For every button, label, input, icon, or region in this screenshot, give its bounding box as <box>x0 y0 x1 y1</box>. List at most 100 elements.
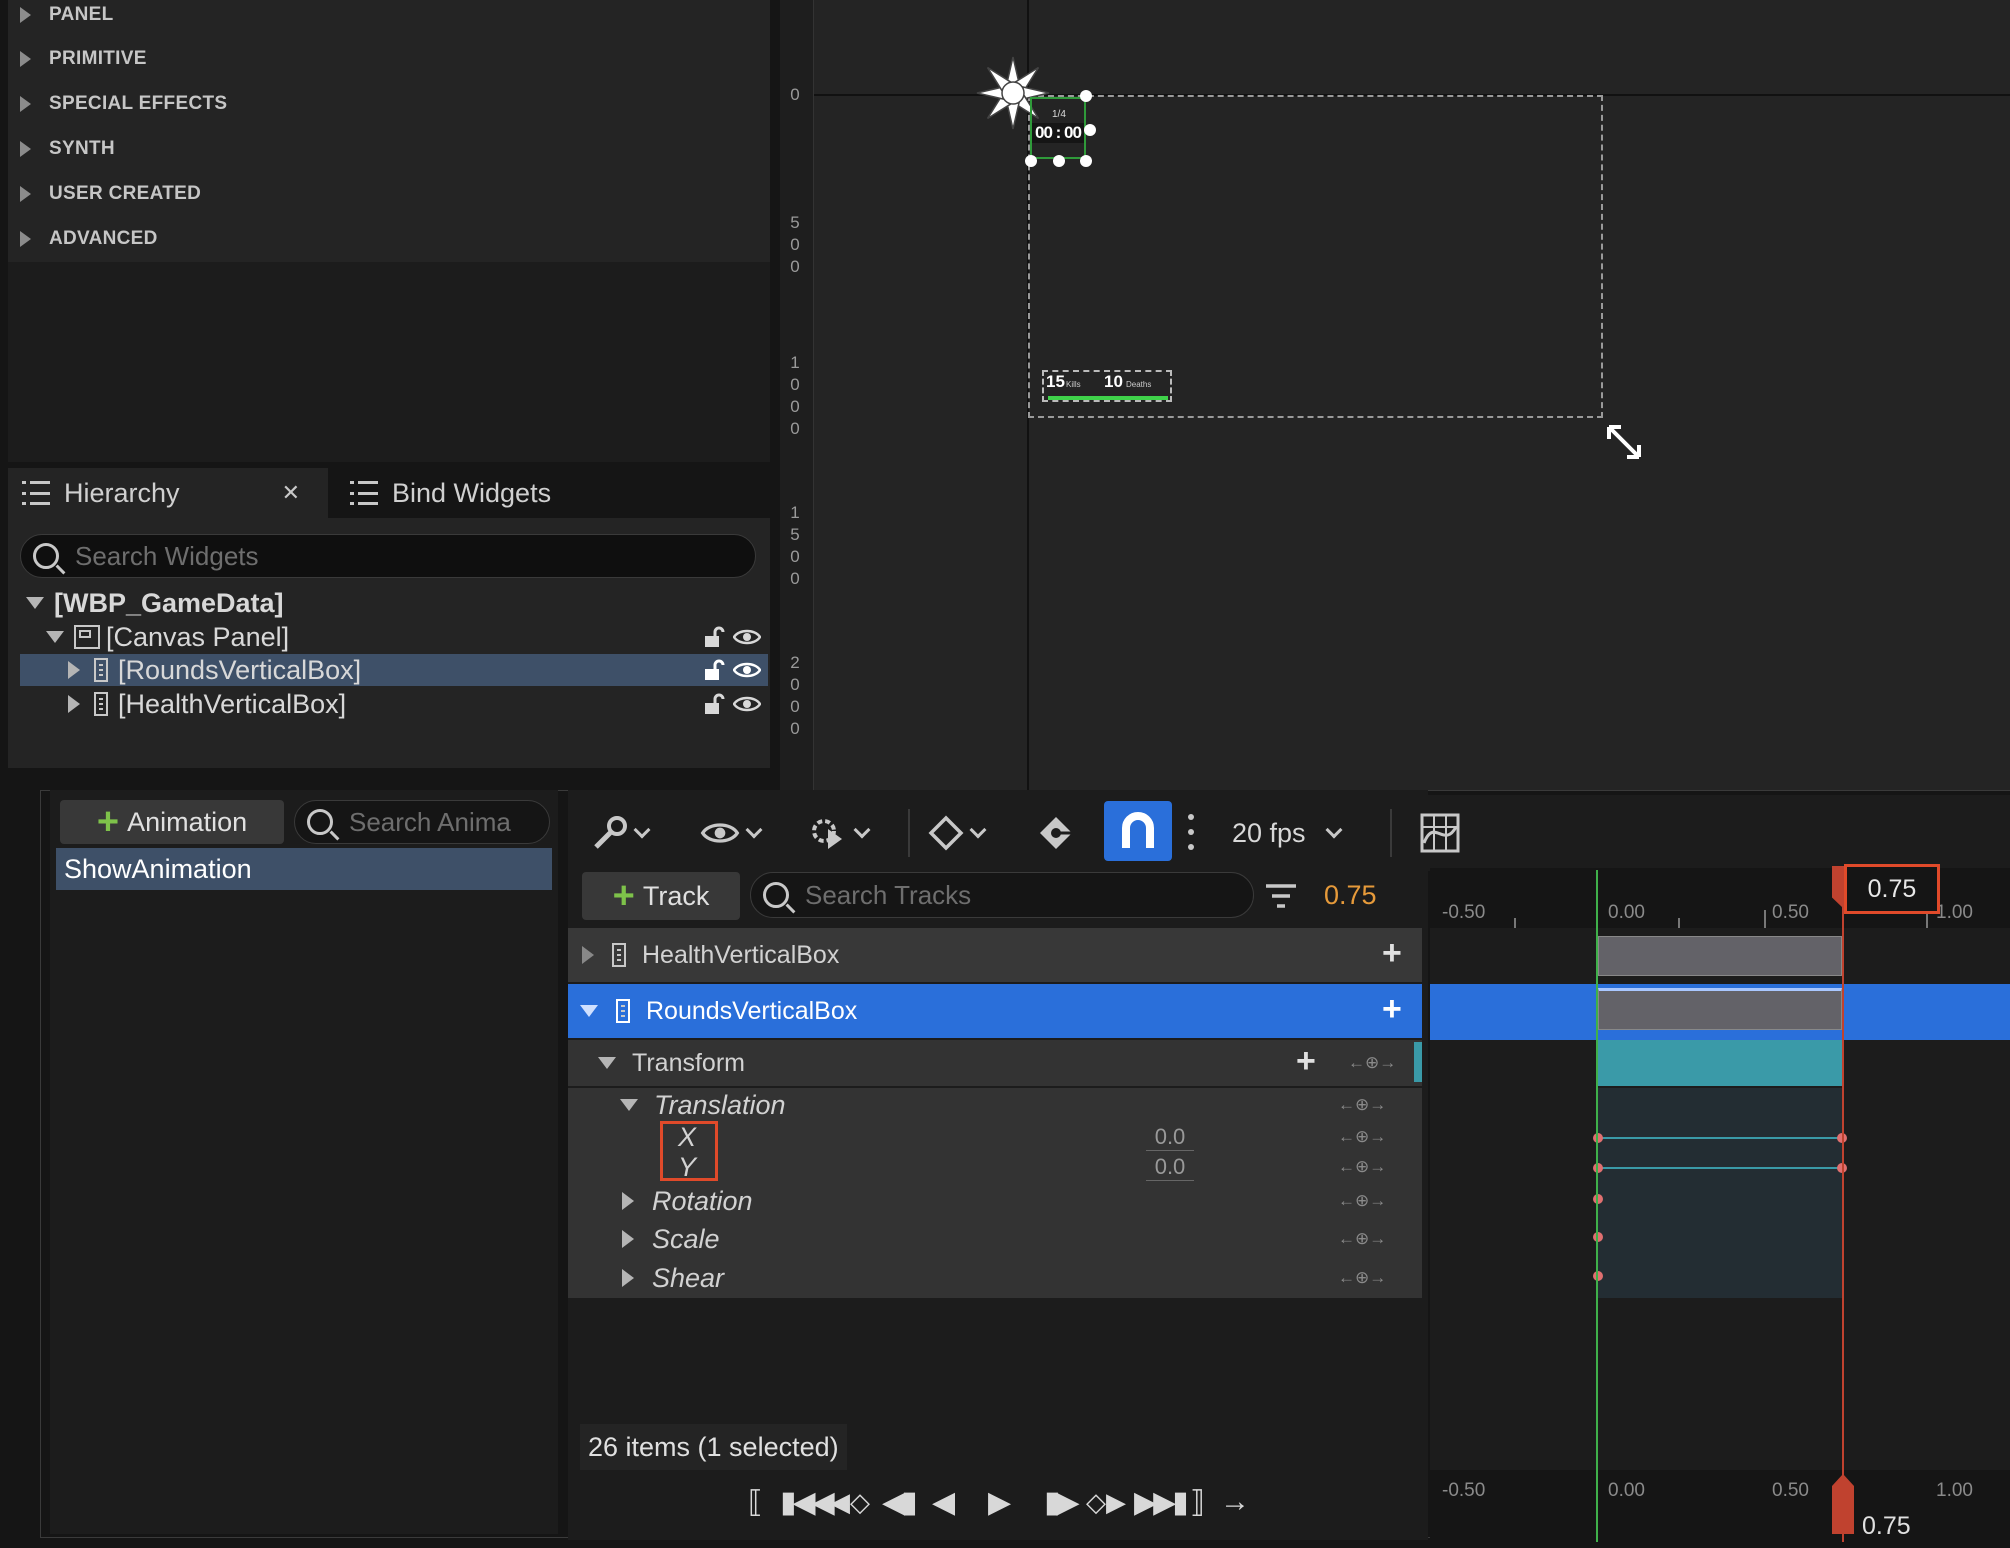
expand-arrow-icon[interactable] <box>68 661 80 679</box>
settings-menu[interactable] <box>592 813 651 853</box>
x-value-field[interactable]: 0.0 <box>1146 1124 1194 1151</box>
track-transform[interactable]: Transform + ←⊕→ <box>568 1040 1422 1086</box>
loop-mode-button[interactable]: → <box>1220 1482 1250 1522</box>
expand-arrow-icon[interactable] <box>622 1269 634 1287</box>
palette-category-panel[interactable]: PANEL <box>8 0 768 37</box>
add-subtrack-icon[interactable]: + <box>1382 992 1402 1026</box>
add-key-icon[interactable]: + <box>1296 1044 1316 1078</box>
keyframe[interactable] <box>1593 1194 1603 1204</box>
tree-row-root[interactable]: [WBP_GameData] <box>20 587 768 619</box>
keyframe[interactable] <box>1593 1133 1603 1143</box>
search-tracks-input[interactable]: Search Tracks <box>750 872 1254 918</box>
playback-range-start[interactable] <box>1596 870 1598 1542</box>
play-reverse-button[interactable]: ◀ <box>932 1482 955 1522</box>
visibility-eye-icon[interactable] <box>733 661 761 679</box>
section-rounds[interactable] <box>1598 988 1842 1030</box>
current-time-field[interactable]: 0.75 <box>1324 880 1377 911</box>
track-health-vertical-box[interactable]: HealthVerticalBox + <box>568 928 1422 982</box>
unlock-icon[interactable] <box>703 693 725 715</box>
section-health[interactable] <box>1598 936 1842 976</box>
key-interpolation-menu[interactable] <box>928 813 987 853</box>
track-rotation[interactable]: Rotation ←⊕→ <box>568 1182 1422 1220</box>
collapse-arrow-icon[interactable] <box>26 597 44 609</box>
selected-rounds-box[interactable]: 1/4 00 : 00 <box>1030 97 1086 159</box>
palette-category-special-effects[interactable]: SPECIAL EFFECTS <box>8 81 768 126</box>
selection-handle[interactable] <box>1025 155 1037 167</box>
step-forward-button[interactable]: ▮▶ <box>1044 1482 1080 1522</box>
visibility-eye-icon[interactable] <box>733 695 761 713</box>
key-navigation[interactable]: ←⊕→ <box>1338 1127 1408 1147</box>
selection-handle[interactable] <box>1080 155 1092 167</box>
time-ruler-bottom[interactable]: -0.50 0.00 0.50 1.00 <box>1430 1470 2010 1542</box>
jump-to-end-button[interactable]: ⟧ <box>1190 1482 1205 1522</box>
close-icon[interactable]: ✕ <box>282 480 300 506</box>
snapping-options-icon[interactable] <box>1186 809 1196 855</box>
health-box-widget[interactable]: 15 Kills 10 Deaths <box>1042 370 1172 402</box>
palette-category-synth[interactable]: SYNTH <box>8 126 768 171</box>
tree-row-rounds-vertical-box[interactable]: [RoundsVerticalBox] <box>20 654 768 686</box>
palette-category-user-created[interactable]: USER CREATED <box>8 171 768 216</box>
keyframe[interactable] <box>1593 1163 1603 1173</box>
track-shear[interactable]: Shear ←⊕→ <box>568 1258 1422 1298</box>
search-icon <box>763 882 789 908</box>
expand-arrow-icon[interactable] <box>68 695 80 713</box>
expand-arrow-icon[interactable] <box>582 946 594 964</box>
designer-canvas[interactable]: 1/4 00 : 00 15 Kills 10 Deaths <box>780 0 2010 790</box>
tab-hierarchy[interactable]: Hierarchy ✕ <box>8 468 328 518</box>
selection-handle[interactable] <box>1053 155 1065 167</box>
unlock-icon[interactable] <box>703 659 725 681</box>
snapping-toggle[interactable] <box>1104 801 1172 861</box>
collapse-arrow-icon[interactable] <box>46 631 64 643</box>
previous-key-button[interactable]: ▮◀◀ <box>780 1482 835 1522</box>
collapse-arrow-icon[interactable] <box>620 1099 638 1111</box>
add-animation-button[interactable]: + Animation <box>60 800 284 844</box>
view-options-menu[interactable] <box>700 813 763 853</box>
search-widgets-input[interactable]: Search Widgets <box>20 534 756 578</box>
tree-row-canvas-panel[interactable]: [Canvas Panel] <box>20 621 768 653</box>
collapse-arrow-icon[interactable] <box>580 1005 598 1017</box>
add-track-button[interactable]: + Track <box>582 872 740 920</box>
filter-icon[interactable] <box>1264 882 1298 910</box>
animation-item-showanimation[interactable]: ShowAnimation <box>56 848 552 890</box>
unlock-icon[interactable] <box>703 626 725 648</box>
add-subtrack-icon[interactable]: + <box>1382 936 1402 970</box>
next-key-button[interactable]: ▶▶▮ <box>1134 1482 1189 1522</box>
timeline-area[interactable]: -0.50 0.00 0.50 1.00 -0.50 0.00 0.50 1.0… <box>1430 862 2010 1542</box>
play-button[interactable]: ▶ <box>988 1482 1011 1522</box>
tab-bind-widgets[interactable]: Bind Widgets <box>336 468 636 518</box>
playhead-line[interactable] <box>1842 902 1844 1542</box>
selection-handle[interactable] <box>1084 124 1096 136</box>
collapse-arrow-icon[interactable] <box>598 1057 616 1069</box>
key-navigation[interactable]: ←⊕→ <box>1338 1157 1408 1177</box>
curve-editor-button[interactable] <box>1420 813 1460 853</box>
search-animations-input[interactable]: Search Anima <box>294 800 550 844</box>
key-navigation[interactable]: ←⊕→ <box>1338 1191 1408 1211</box>
expand-arrow-icon[interactable] <box>622 1230 634 1248</box>
y-value-field[interactable]: 0.0 <box>1146 1154 1194 1181</box>
keyframe[interactable] <box>1593 1232 1603 1242</box>
auto-key-button[interactable] <box>1038 813 1078 853</box>
selection-handle[interactable] <box>1080 90 1092 102</box>
palette-category-advanced[interactable]: ADVANCED <box>8 216 768 261</box>
step-back-button[interactable]: ◀▮ <box>882 1482 918 1522</box>
track-rounds-vertical-box[interactable]: RoundsVerticalBox + <box>568 984 1422 1038</box>
keyframe[interactable] <box>1593 1271 1603 1281</box>
key-navigation[interactable]: ←⊕→ <box>1338 1268 1408 1288</box>
jump-to-start-button[interactable]: ⟦ <box>748 1482 763 1522</box>
play-settings-menu[interactable] <box>808 813 871 853</box>
previous-keyframe-button[interactable]: ◀◇ <box>830 1482 870 1522</box>
track-translation[interactable]: Translation ←⊕→ <box>568 1088 1422 1122</box>
palette-category-primitive[interactable]: PRIMITIVE <box>8 36 768 81</box>
next-keyframe-button[interactable]: ◇▶ <box>1086 1482 1126 1522</box>
playhead-handle-bottom[interactable] <box>1832 1474 1854 1534</box>
section-transform[interactable] <box>1598 1040 1842 1086</box>
tree-row-health-vertical-box[interactable]: [HealthVerticalBox] <box>20 688 768 720</box>
key-navigation[interactable]: ←⊕→ <box>1348 1053 1408 1073</box>
track-scale[interactable]: Scale ←⊕→ <box>568 1220 1422 1258</box>
resize-handle-icon[interactable] <box>1605 423 1645 463</box>
visibility-eye-icon[interactable] <box>733 628 761 646</box>
key-navigation[interactable]: ←⊕→ <box>1338 1095 1408 1115</box>
key-navigation[interactable]: ←⊕→ <box>1338 1229 1408 1249</box>
fps-dropdown[interactable]: 20 fps <box>1232 813 1343 853</box>
expand-arrow-icon[interactable] <box>622 1192 634 1210</box>
